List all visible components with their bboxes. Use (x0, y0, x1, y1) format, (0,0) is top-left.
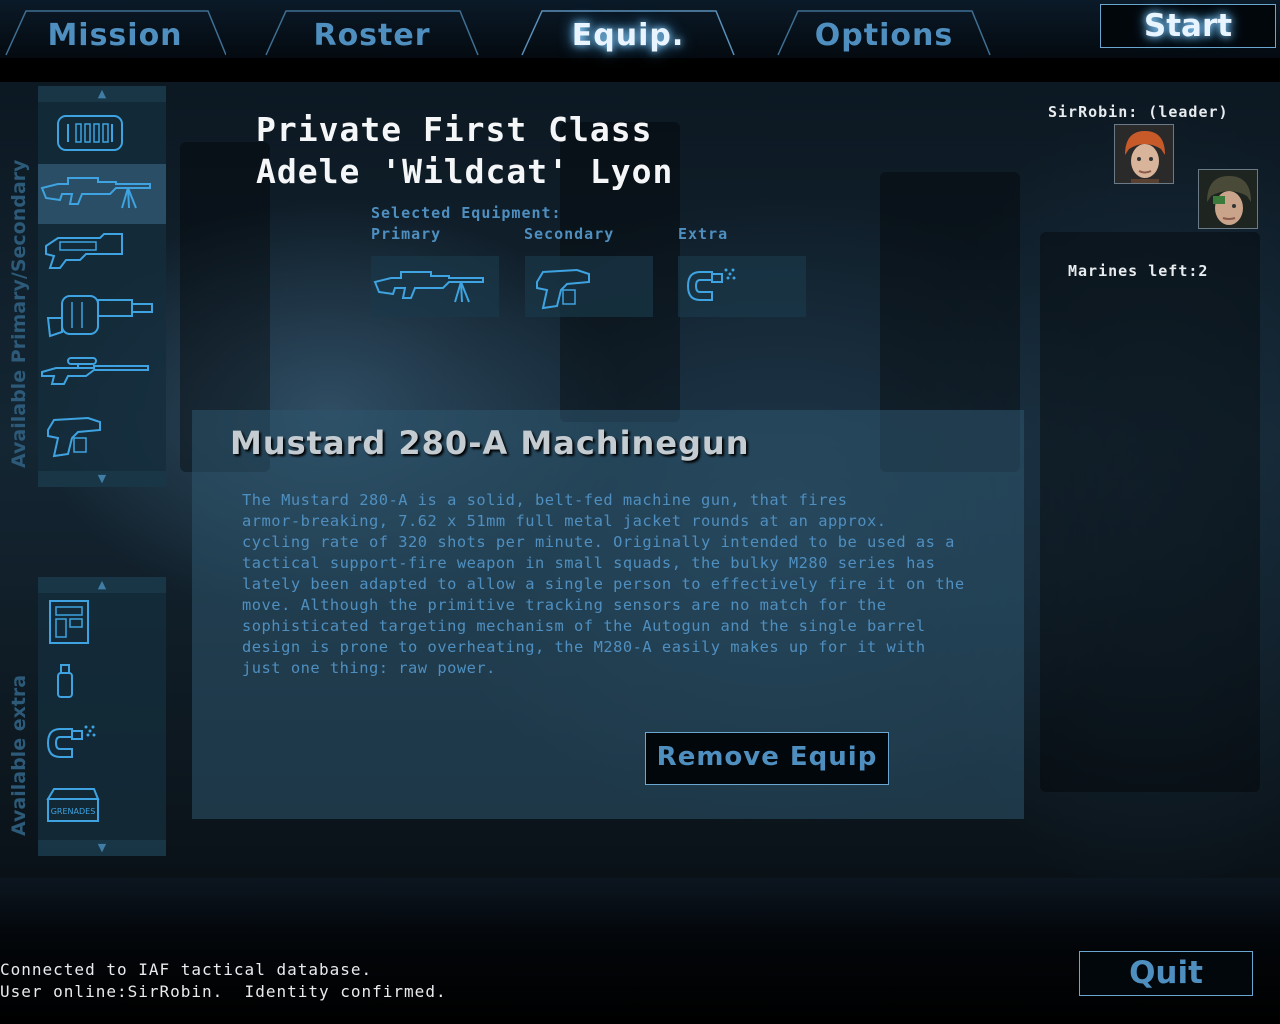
marine-portrait-icon (1115, 125, 1173, 183)
medkit-device-icon (49, 600, 89, 644)
secondary-slot-label: Secondary (524, 225, 615, 243)
sniper-rifle-icon (41, 357, 149, 385)
tab-roster[interactable]: Roster (264, 10, 480, 56)
selected-equipment-title: Selected Equipment: (371, 204, 562, 222)
marine-portrait-icon (1199, 170, 1257, 228)
welder-icon (46, 725, 96, 758)
status-line-1: Connected to IAF tactical database. (0, 960, 373, 979)
spray-can-icon (57, 664, 73, 698)
status-line-2: User online:SirRobin. Identity confirmed… (0, 982, 447, 1001)
scroll-up-arrow[interactable]: ▲ (38, 577, 166, 593)
tab-mission[interactable]: Mission (4, 10, 226, 56)
selected-extra-slot[interactable] (678, 256, 806, 317)
selected-primary-slot[interactable] (371, 256, 499, 317)
grenades-icon: GRENADES (46, 788, 100, 822)
weapon-info-panel: Mustard 280-A Machinegun The Mustard 280… (192, 410, 1024, 819)
primary-slot-label: Primary (371, 225, 442, 243)
machinegun-icon (40, 177, 151, 209)
welder-slot[interactable] (38, 713, 166, 773)
remove-equip-button[interactable]: Remove Equip (645, 732, 889, 785)
available-extra-label: Available extra (8, 674, 30, 836)
machinegun-slot[interactable] (38, 164, 166, 224)
ammo-crate-icon (57, 115, 123, 151)
top-divider (0, 58, 1280, 82)
quit-button-label: Quit (1129, 955, 1203, 991)
tab-roster-label: Roster (313, 18, 431, 53)
flamethrower-icon (46, 295, 153, 338)
soldier-rank: Private First Class (256, 110, 653, 149)
selected-secondary-slot[interactable] (525, 256, 653, 317)
scroll-up-arrow[interactable]: ▲ (38, 86, 166, 102)
weapon-description: The Mustard 280-A is a solid, belt-fed m… (242, 491, 965, 677)
shotgun-icon (45, 233, 123, 269)
ammo-crate-slot[interactable] (38, 104, 166, 164)
soldier-name: Adele 'Wildcat' Lyon (256, 152, 674, 191)
marines-left-label: Marines left:2 (1068, 262, 1209, 280)
scroll-down-arrow[interactable]: ▼ (38, 471, 166, 487)
grenades-box-text: GRENADES (51, 807, 96, 816)
scroll-down-arrow[interactable]: ▼ (38, 840, 166, 856)
grenades-slot[interactable]: GRENADES (38, 773, 166, 833)
quit-button[interactable]: Quit (1079, 951, 1253, 996)
shotgun-slot[interactable] (38, 224, 166, 284)
marine-portrait[interactable] (1198, 169, 1258, 229)
tab-options[interactable]: Options (776, 10, 992, 56)
tab-equip-label: Equip. (571, 18, 685, 53)
welder-icon (686, 268, 736, 301)
pistol-icon (536, 268, 590, 310)
medkit-device-slot[interactable] (38, 593, 166, 653)
weapon-title: Mustard 280-A Machinegun (230, 424, 750, 462)
leader-label: SirRobin: (leader) (1048, 103, 1229, 121)
tab-options-label: Options (814, 18, 954, 53)
remove-equip-label: Remove Equip (656, 742, 878, 772)
sniper-rifle-slot[interactable] (38, 344, 166, 404)
primary-weapon-list: ▲ ▼ (38, 86, 166, 487)
start-button-label: Start (1143, 8, 1233, 44)
machinegun-icon (373, 271, 484, 303)
available-primary-label: Available Primary/Secondary (8, 159, 30, 468)
tab-equip[interactable]: Equip. (520, 10, 736, 56)
start-button[interactable]: Start (1100, 4, 1276, 48)
spray-can-slot[interactable] (38, 653, 166, 713)
tab-mission-label: Mission (47, 18, 183, 53)
pistol-icon (47, 416, 101, 458)
pistol-slot[interactable] (38, 404, 166, 464)
extra-slot-label: Extra (678, 225, 729, 243)
extra-equipment-list: ▲ GRENADES ▼ (38, 577, 166, 856)
flamethrower-slot[interactable] (38, 284, 166, 344)
leader-portrait[interactable] (1114, 124, 1174, 184)
